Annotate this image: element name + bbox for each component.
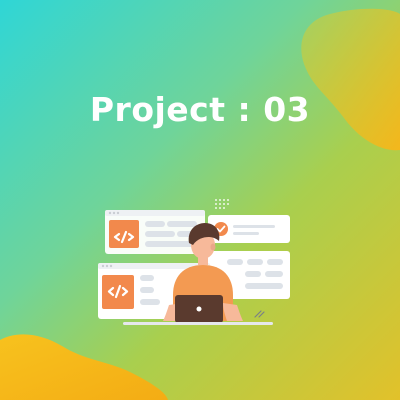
code-card-top	[105, 210, 205, 254]
developer-illustration	[98, 199, 290, 325]
check-card	[208, 215, 290, 243]
page-title: Project : 03	[89, 90, 311, 129]
pencil-icon	[254, 310, 265, 318]
laptop-icon	[175, 295, 223, 323]
dot-grid-icon	[215, 199, 229, 209]
project-cover: Project : 03	[0, 0, 400, 400]
desk	[123, 322, 273, 325]
